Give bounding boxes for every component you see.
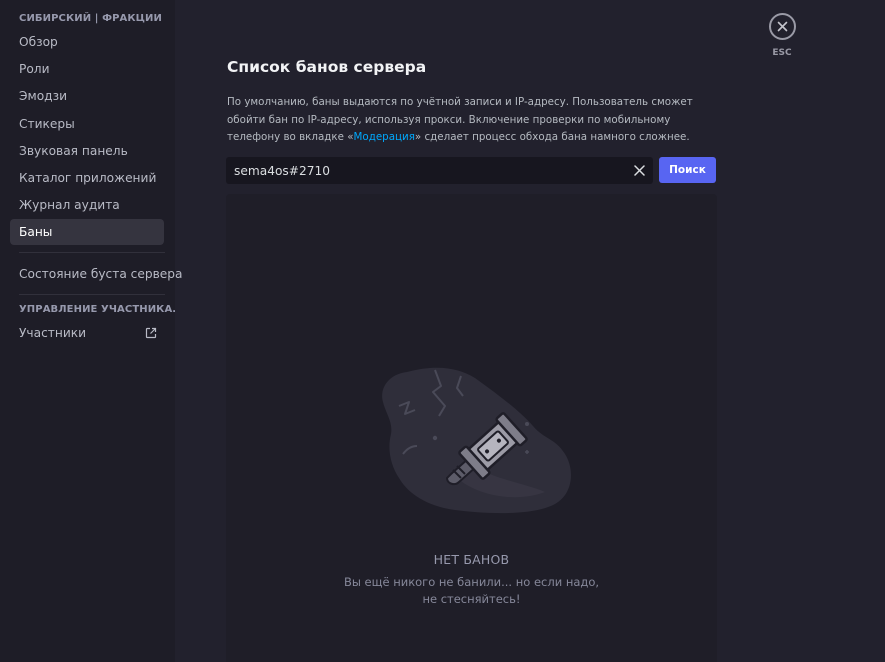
bans-description: По умолчанию, баны выдаются по учётной з…	[227, 94, 717, 147]
close-icon	[777, 21, 787, 32]
sidebar-item-bans[interactable]: Баны	[10, 219, 164, 246]
sidebar-divider	[19, 294, 165, 296]
sidebar-item-overview[interactable]: Обзор	[10, 29, 164, 55]
close-settings: ESC	[767, 13, 797, 58]
ban-search-box	[226, 157, 653, 184]
external-link-icon	[145, 328, 157, 339]
members-section-header: УПРАВЛЕНИЕ УЧАСТНИКА...	[19, 304, 175, 316]
ban-search-input[interactable]	[226, 157, 621, 184]
server-name-header: СИБИРСКИЙ | ФРАКЦИИ	[19, 13, 162, 24]
sidebar-item-soundboard[interactable]: Звуковая панель	[10, 138, 164, 164]
ban-list-panel: НЕТ БАНОВ Вы ещё никого не банили... но …	[226, 194, 717, 662]
sidebar-item-audit-log[interactable]: Журнал аудита	[10, 192, 164, 218]
sidebar-item-label: Участники	[19, 326, 87, 341]
sidebar-item-boost-status[interactable]: Состояние буста сервера	[10, 261, 183, 287]
sidebar-item-app-directory[interactable]: Каталог приложений	[10, 165, 164, 191]
close-button[interactable]	[768, 13, 796, 40]
main-content: Список банов сервера По умолчанию, баны …	[175, 0, 885, 662]
close-icon[interactable]	[632, 163, 647, 178]
empty-state-message: Вы ещё никого не банили... но если надо,…	[226, 574, 717, 608]
sidebar-item-stickers[interactable]: Стикеры	[10, 111, 164, 137]
description-text: » сделает процесс обхода бана намного сл…	[414, 131, 690, 143]
empty-state-title: НЕТ БАНОВ	[433, 552, 510, 567]
sidebar-item-roles[interactable]: Роли	[10, 56, 164, 82]
page-title: Список банов сервера	[227, 58, 427, 76]
esc-label: ESC	[772, 48, 792, 58]
empty-state-line: Вы ещё никого не банили... но если надо,	[343, 575, 600, 589]
empty-state-line: не стесняйтесь!	[422, 592, 521, 606]
ban-hammer-icon	[382, 367, 571, 514]
settings-sidebar: СИБИРСКИЙ | ФРАКЦИИ Обзор Роли Эмодзи Ст…	[0, 0, 183, 662]
sidebar-item-members[interactable]: Участники	[10, 320, 164, 346]
sidebar-divider	[19, 252, 165, 254]
search-button[interactable]: Поиск	[659, 157, 716, 183]
sidebar-item-emoji[interactable]: Эмодзи	[10, 83, 164, 109]
moderation-link[interactable]: Модерация	[354, 131, 415, 143]
